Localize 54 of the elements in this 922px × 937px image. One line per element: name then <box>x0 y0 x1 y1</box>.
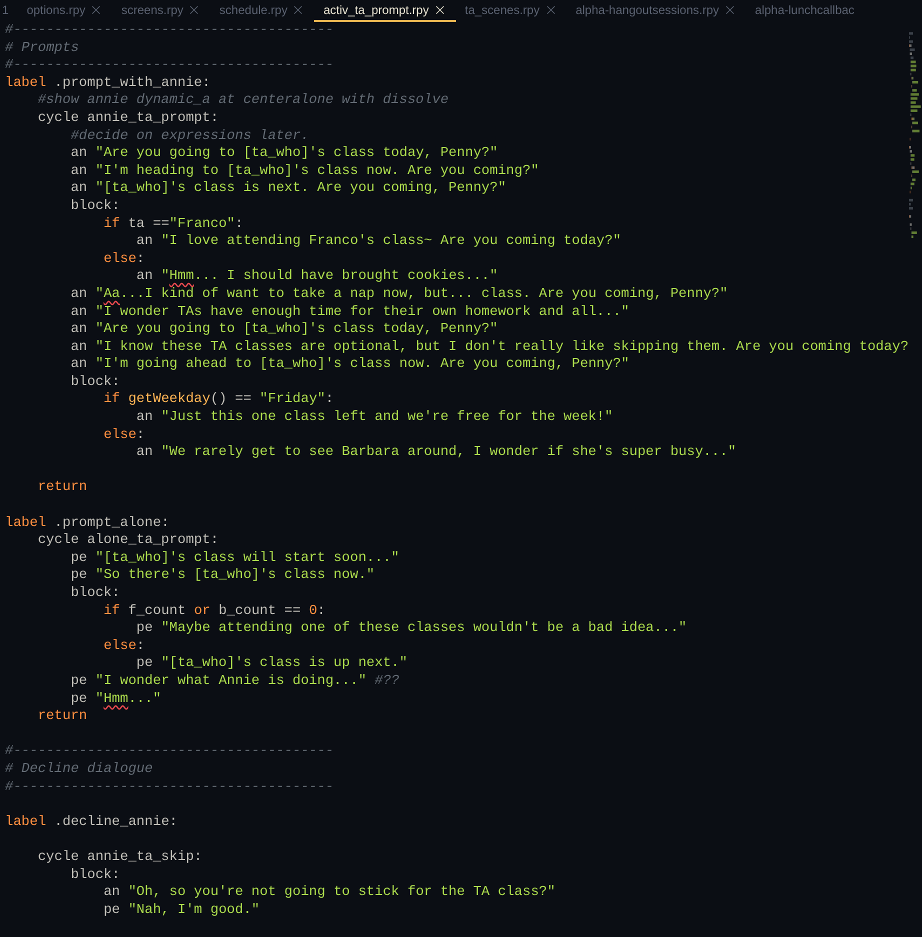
code-line: pe "Nah, I'm good." <box>104 902 260 920</box>
code-line: if getWeekday() == "Friday": <box>104 391 334 410</box>
code-line: an "[ta_who]'s class is next. Are you coming, Penny?" <box>70 180 506 198</box>
code-line: block: <box>70 374 120 392</box>
code-line: else: <box>104 638 145 656</box>
file-tab[interactable]: ta_scenes.rpy <box>456 0 567 22</box>
file-tab[interactable]: activ_ta_prompt.rpy <box>314 0 456 22</box>
code-line: an "I wonder TAs have enough time for their own homework and all..." <box>70 304 630 322</box>
code-line: pe "Hmm..." <box>70 690 162 708</box>
file-tab[interactable]: 1 <box>0 0 18 22</box>
file-tab[interactable]: alpha-hangoutsessions.rpy <box>566 0 746 22</box>
code-line: label .prompt_with_annie: <box>5 74 210 92</box>
code-line: block: <box>70 198 120 216</box>
file-tab[interactable]: options.rpy <box>18 0 112 22</box>
code-line: pe "Maybe attending one of these classes wouldn't be a bad idea..." <box>136 620 687 638</box>
code-line: pe "I wonder what Annie is doing..." #?? <box>70 672 400 691</box>
code-line: an "I know these TA classes are optional, but I don't really like skipping them. Are you coming today? <box>70 338 908 356</box>
code-line: an "Are you going to [ta_who]'s class today, Penny?" <box>70 145 498 163</box>
code-line: pe "So there's [ta_who]'s class now." <box>70 567 375 585</box>
code-line: return <box>38 708 88 726</box>
code-line: pe "[ta_who]'s class is up next." <box>136 655 408 673</box>
code-line: an "Just this one class left and we're free for the week!" <box>136 409 613 427</box>
file-tab[interactable]: alpha-lunchcallbac <box>746 0 864 22</box>
code-line: #--------------------------------------- <box>5 778 334 796</box>
code-line: else: <box>104 426 145 444</box>
code-line: block: <box>70 585 120 603</box>
code-line: an "I love attending Franco's class~ Are you coming today?" <box>136 233 622 251</box>
code-line: #show annie dynamic_a at centeralone with dissolve <box>38 92 449 110</box>
code-line: # Decline dialogue <box>5 760 153 779</box>
code-line: an "Oh, so you're not going to stick for the TA class?" <box>104 884 556 902</box>
code-line: #--------------------------------------- <box>5 743 334 761</box>
code-line: #--------------------------------------- <box>5 57 334 75</box>
file-tab[interactable]: screens.rpy <box>112 0 210 22</box>
code-line: label .decline_annie: <box>5 814 178 832</box>
code-line: pe "[ta_who]'s class will start soon..." <box>70 550 400 568</box>
code-line: if ta =="Franco": <box>104 216 244 234</box>
code-line: cycle annie_ta_skip: <box>38 848 202 866</box>
code-line: #decide on expressions later. <box>70 128 309 146</box>
code-line: an "Are you going to [ta_who]'s class today, Penny?" <box>70 321 498 339</box>
code-line: label .prompt_alone: <box>5 514 170 532</box>
code-line: block: <box>70 866 120 884</box>
code-line: cycle alone_ta_prompt: <box>38 532 219 550</box>
file-tab[interactable]: schedule.rpy <box>210 0 314 22</box>
code-line: an "Aa...I kind of want to take a nap now, but... class. Are you coming, Penny?" <box>70 286 728 304</box>
code-line: if f_count or b_count == 0: <box>104 602 326 620</box>
code-line: an "We rarely get to see Barbara around, I wonder if she's super busy..." <box>136 444 736 462</box>
code-line: cycle annie_ta_prompt: <box>38 110 219 128</box>
code-line: else: <box>104 250 145 268</box>
code-line: an "I'm going ahead to [ta_who]'s class now. Are you coming, Penny?" <box>70 356 630 374</box>
code-line: an "Hmm... I should have brought cookies..." <box>136 268 498 286</box>
code-line: an "I'm heading to [ta_who]'s class now. Are you coming?" <box>70 162 539 180</box>
code-line: return <box>38 479 88 498</box>
code-line: # Prompts <box>5 40 79 58</box>
code-line: #--------------------------------------- <box>5 22 334 40</box>
